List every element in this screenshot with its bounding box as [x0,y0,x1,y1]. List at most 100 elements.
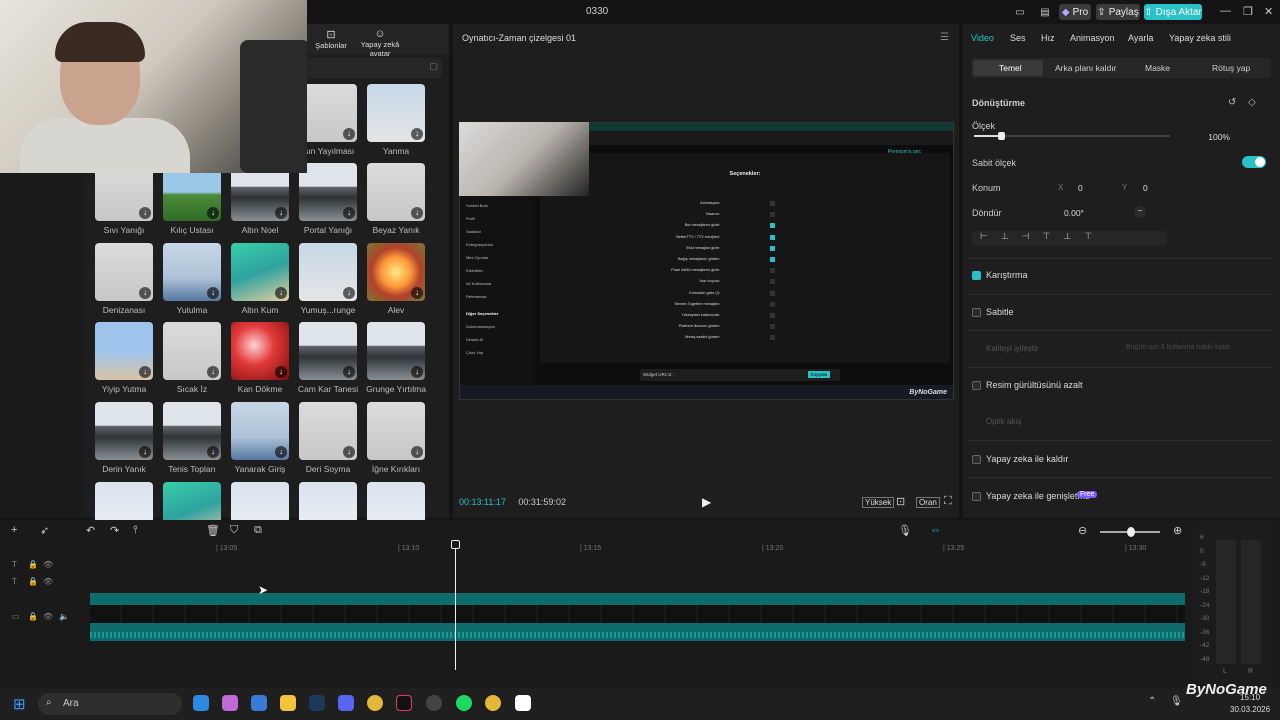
play-button[interactable]: ▶ [702,495,711,509]
x-value[interactable]: 0 [1078,183,1083,193]
effect-tile[interactable]: ↓ [95,243,153,301]
shortcuts-icon[interactable]: ▤ [1035,4,1055,20]
download-icon[interactable]: ↓ [275,287,287,299]
download-icon[interactable]: ↓ [411,446,423,458]
download-icon[interactable]: ↓ [139,366,151,378]
rotate-value[interactable]: 0.00° [1064,208,1084,218]
keyframe-icon[interactable]: ◇ [1248,97,1256,108]
store-icon[interactable] [251,695,267,711]
subtab-retouch[interactable]: Rötuş yap [1212,63,1250,73]
download-icon[interactable]: ↓ [139,207,151,219]
ai-expand-checkbox[interactable] [972,492,981,501]
rotate-dial-icon[interactable]: − [1134,206,1146,218]
subtab-remove-bg[interactable]: Arka planı kaldır [1055,63,1116,73]
undo-icon[interactable]: ↶ [86,524,95,537]
discord-icon[interactable] [338,695,354,711]
tab-templates[interactable]: ⊡ Şablonlar [313,28,349,50]
download-icon[interactable]: ↓ [207,446,219,458]
effect-tile[interactable]: ↓ [163,322,221,380]
download-icon[interactable]: ↓ [343,287,355,299]
stabilize-checkbox[interactable] [972,308,981,317]
speaker-icon[interactable]: 🔈 [59,612,69,621]
effect-tile[interactable]: ↓ [367,322,425,380]
download-icon[interactable]: ↓ [411,128,423,140]
download-icon[interactable]: ↓ [411,366,423,378]
subtab-mask[interactable]: Maske [1145,63,1170,73]
scale-value[interactable]: 100% [1188,130,1230,144]
download-icon[interactable]: ↓ [343,366,355,378]
magnet-icon[interactable]: ⇔ [930,524,941,536]
tray-mic-icon[interactable]: 🎙 [1170,696,1183,707]
scale-slider[interactable] [974,132,1170,140]
effect-tile[interactable]: ↓ [299,322,357,380]
effect-tile[interactable]: ↓ [367,84,425,142]
tab-animation[interactable]: Animasyon [1070,33,1115,43]
effect-tile[interactable]: ↓ [163,402,221,460]
zoom-slider[interactable] [1100,527,1160,537]
download-icon[interactable]: ↓ [275,366,287,378]
ai-remove-label[interactable]: Yapay zeka ile kaldır [986,454,1068,464]
scale-slider-knob[interactable] [998,132,1006,140]
effect-tile[interactable]: ↓ [299,243,357,301]
filter-icon[interactable]: ▢ [429,61,438,72]
zoom-in-icon[interactable]: ⊕ [1173,524,1182,537]
spotify-icon[interactable] [456,695,472,711]
share-button[interactable]: ⇪ Paylaş [1096,4,1140,20]
fullscreen-icon[interactable]: ⛶ [944,495,952,508]
download-icon[interactable]: ↓ [207,366,219,378]
download-icon[interactable]: ↓ [139,287,151,299]
tab-adjust[interactable]: Ayarla [1128,33,1153,43]
video-clip[interactable] [90,593,1185,641]
steam-icon[interactable] [309,695,325,711]
download-icon[interactable]: ↓ [343,207,355,219]
effect-tile[interactable]: ↓ [367,402,425,460]
blend-checkbox[interactable] [972,271,981,280]
eye-icon[interactable]: 👁 [43,612,53,621]
ai-expand-label[interactable]: Yapay zeka ile genişletme [986,491,1090,501]
chrome-icon[interactable] [367,695,383,711]
pro-button[interactable]: ◆ Pro [1059,4,1091,20]
tiktok-icon[interactable] [396,695,412,711]
reset-icon[interactable]: ↺ [1228,97,1236,108]
media-search-bar[interactable]: ▢ [307,58,442,78]
tab-ai-avatar[interactable]: ☺ Yapay zekâ avatar [351,28,409,58]
effect-tile[interactable]: ↓ [163,243,221,301]
effect-tile[interactable]: ↓ [95,402,153,460]
ratio-button[interactable]: Oran [916,497,940,508]
y-value[interactable]: 0 [1143,183,1148,193]
transform-heading[interactable]: Dönüştürme [972,98,1025,108]
copilot-icon[interactable] [222,695,238,711]
close-icon[interactable]: ✕ [1264,5,1273,18]
split-icon[interactable]: ⫯ [133,524,138,537]
taskbar-search[interactable]: ⌕ Ara [38,693,182,715]
lock-icon[interactable]: 🔒 [28,560,38,569]
download-icon[interactable]: ↓ [343,446,355,458]
download-icon[interactable]: ↓ [411,287,423,299]
eye-icon[interactable]: 👁 [43,560,53,569]
tab-video[interactable]: Video [971,33,994,43]
zoom-out-icon[interactable]: ⊖ [1078,524,1087,537]
effect-tile[interactable]: ↓ [95,322,153,380]
menu-icon[interactable]: ☰ [940,32,949,43]
github-icon[interactable] [426,695,442,711]
blend-label[interactable]: Karıştırma [986,270,1028,280]
download-icon[interactable]: ↓ [275,207,287,219]
lock-icon[interactable]: 🔒 [28,612,38,621]
download-icon[interactable]: ↓ [343,128,355,140]
align-buttons[interactable]: ⊢⊥⊣⊤⊥⊤ [972,231,1167,245]
tab-audio[interactable]: Ses [1010,33,1026,43]
minimize-icon[interactable]: — [1220,5,1231,17]
export-button[interactable]: ⇧ Dışa Aktar [1144,4,1202,20]
effect-tile[interactable]: ↓ [299,84,357,142]
delete-icon[interactable]: 🗑 [206,524,220,537]
download-icon[interactable]: ↓ [207,207,219,219]
denoise-label[interactable]: Resim gürültüsünü azalt [986,380,1083,390]
microphone-icon[interactable]: 🎙 [898,524,912,537]
eye-icon[interactable]: 👁 [43,577,53,586]
stabilize-label[interactable]: Sabitle [986,307,1014,317]
playhead[interactable] [451,540,460,670]
maximize-icon[interactable]: ❐ [1243,5,1253,18]
fixed-scale-toggle[interactable] [1242,156,1266,168]
effect-tile[interactable]: ↓ [231,322,289,380]
effect-tile[interactable]: ↓ [367,163,425,221]
